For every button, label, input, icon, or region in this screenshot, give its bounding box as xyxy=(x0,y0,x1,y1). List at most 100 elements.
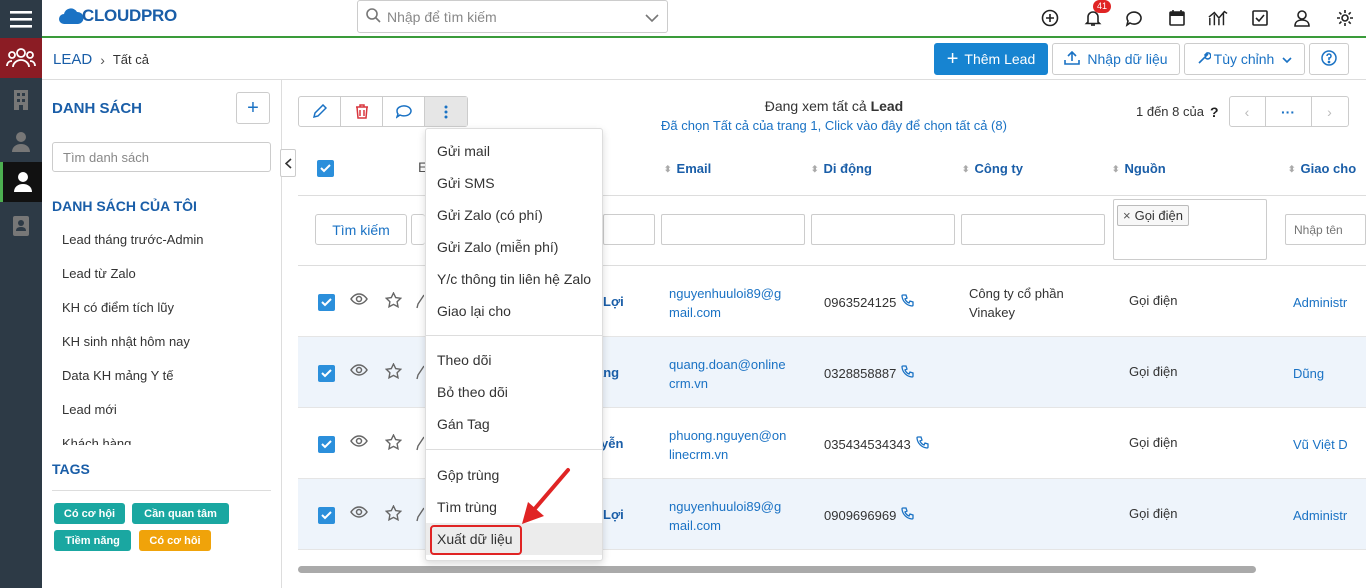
lead-name[interactable]: Lợi xyxy=(603,294,624,309)
bell-icon[interactable]: 41 xyxy=(1083,0,1112,28)
col-email[interactable]: ⬍ Email xyxy=(664,161,711,176)
lead-phone[interactable]: 0963524125 xyxy=(824,294,914,310)
list-item[interactable]: KH có điểm tích lũy xyxy=(62,298,272,332)
gear-icon[interactable] xyxy=(1335,8,1355,28)
list-item[interactable]: Data KH mảng Y tế xyxy=(62,366,272,400)
import-data-button[interactable]: Nhập dữ liệu xyxy=(1052,43,1180,75)
tag-can-quan-tam[interactable]: Cần quan tâm xyxy=(132,503,229,524)
breadcrumb-module[interactable]: LEAD xyxy=(53,51,92,68)
eye-icon[interactable] xyxy=(350,435,368,450)
leads-module-icon[interactable] xyxy=(0,38,42,78)
search-input[interactable] xyxy=(387,8,627,25)
col-assigned[interactable]: ⬍ Giao cho xyxy=(1288,161,1356,176)
remove-chip-icon[interactable]: × xyxy=(1123,208,1131,223)
menu-follow[interactable]: Theo dõi xyxy=(426,344,602,376)
list-item[interactable]: KH sinh nhật hôm nay xyxy=(62,332,272,366)
cloudpro-logo[interactable]: CLOUDPRO xyxy=(58,6,177,26)
lead-email[interactable]: phuong.nguyen@on linecrm.vn xyxy=(669,426,786,464)
star-icon[interactable] xyxy=(384,504,403,524)
calendar-icon[interactable] xyxy=(1167,8,1187,28)
person-icon[interactable] xyxy=(0,162,42,202)
edit-row-pencil-icon[interactable] xyxy=(416,364,425,383)
lead-owner[interactable]: Administr xyxy=(1293,295,1347,310)
eye-icon[interactable] xyxy=(350,506,368,521)
global-search[interactable] xyxy=(357,0,668,33)
star-icon[interactable] xyxy=(384,291,403,311)
list-item[interactable]: Lead tháng trước-Admin xyxy=(62,230,272,264)
tag-co-co-hoi[interactable]: Có cơ hội xyxy=(54,503,125,524)
list-item[interactable]: Lead từ Zalo xyxy=(62,264,272,298)
menu-find-duplicates[interactable]: Tìm trùng xyxy=(426,491,602,523)
lead-owner[interactable]: Vũ Việt D xyxy=(1293,437,1348,452)
menu-unfollow[interactable]: Bỏ theo dõi xyxy=(426,376,602,408)
edit-row-pencil-icon[interactable] xyxy=(416,293,425,312)
source-filter-chip[interactable]: × Gọi điện xyxy=(1117,205,1190,226)
hamburger-menu-icon[interactable] xyxy=(0,0,42,38)
company-filter-input[interactable] xyxy=(961,214,1105,245)
delete-trash-icon[interactable] xyxy=(341,97,383,126)
lead-phone[interactable]: 035434534343 xyxy=(824,436,929,452)
search-filter-button[interactable]: Tìm kiếm xyxy=(315,214,407,245)
lead-name[interactable]: yễn xyxy=(601,436,623,451)
clear-filter-button[interactable] xyxy=(411,214,425,245)
edit-pencil-icon[interactable] xyxy=(299,97,341,126)
assigned-filter-input[interactable] xyxy=(1285,214,1366,245)
col-mobile[interactable]: ⬍ Di động xyxy=(811,161,872,176)
lead-name[interactable]: Lợi xyxy=(603,507,624,522)
name-filter-input[interactable] xyxy=(603,214,655,245)
help-button[interactable] xyxy=(1309,43,1349,75)
lead-phone[interactable]: 0328858887 xyxy=(824,365,914,381)
tag-co-co-hoi-2[interactable]: Có cơ hôi xyxy=(139,530,211,551)
pager-total-unknown[interactable]: ? xyxy=(1210,104,1219,120)
list-item[interactable]: Lead mới xyxy=(62,400,272,434)
chart-icon[interactable] xyxy=(1208,8,1228,28)
row-checkbox[interactable] xyxy=(318,436,335,453)
menu-send-mail[interactable]: Gửi mail xyxy=(426,135,602,167)
menu-merge-duplicates[interactable]: Gộp trùng xyxy=(426,459,602,491)
col-source[interactable]: ⬍ Nguồn xyxy=(1112,161,1166,176)
col-company[interactable]: ⬍ Công ty xyxy=(962,161,1023,176)
chat-bubble-icon[interactable] xyxy=(1124,8,1144,28)
list-item[interactable]: Khách hàng xyxy=(62,434,272,445)
mobile-filter-input[interactable] xyxy=(811,214,955,245)
source-filter-select[interactable]: × Gọi điện xyxy=(1113,199,1267,260)
menu-reassign[interactable]: Giao lại cho xyxy=(426,295,602,327)
add-lead-button[interactable]: + Thêm Lead xyxy=(934,43,1048,75)
task-check-icon[interactable] xyxy=(1250,8,1270,28)
select-all-link[interactable]: Đã chọn Tất cả của trang 1, Click vào đâ… xyxy=(600,118,1068,133)
phone-icon[interactable] xyxy=(901,294,914,310)
email-filter-input[interactable] xyxy=(661,214,805,245)
user-profile-icon[interactable] xyxy=(1292,8,1312,28)
phone-icon[interactable] xyxy=(916,436,929,452)
contact-card-icon[interactable] xyxy=(0,206,42,246)
eye-icon[interactable] xyxy=(350,293,368,308)
tag-tiem-nang[interactable]: Tiềm năng xyxy=(54,530,131,551)
add-list-button[interactable]: + xyxy=(236,92,270,124)
edit-row-pencil-icon[interactable] xyxy=(416,435,425,454)
phone-icon[interactable] xyxy=(901,365,914,381)
add-circle-icon[interactable] xyxy=(1040,8,1060,28)
star-icon[interactable] xyxy=(384,433,403,453)
lead-email[interactable]: nguyenhuuloi89@g mail.com xyxy=(669,284,781,322)
lead-email[interactable]: quang.doan@online crm.vn xyxy=(669,355,786,393)
lead-email[interactable]: nguyenhuuloi89@g mail.com xyxy=(669,497,781,535)
chevron-down-icon[interactable] xyxy=(645,10,659,26)
menu-send-sms[interactable]: Gửi SMS xyxy=(426,167,602,199)
customize-button[interactable]: Tùy chỉnh xyxy=(1184,43,1305,75)
more-pages-icon[interactable]: ··· xyxy=(1266,97,1312,126)
lead-phone[interactable]: 0909696969 xyxy=(824,507,914,523)
menu-send-zalo-paid[interactable]: Gửi Zalo (có phí) xyxy=(426,199,602,231)
prev-page-icon[interactable]: ‹ xyxy=(1230,97,1266,126)
list-search-input[interactable] xyxy=(52,142,271,172)
lead-owner[interactable]: Administr xyxy=(1293,508,1347,523)
next-page-icon[interactable]: › xyxy=(1312,97,1348,126)
menu-assign-tag[interactable]: Gán Tag xyxy=(426,408,602,440)
edit-row-pencil-icon[interactable] xyxy=(416,506,425,525)
row-checkbox[interactable] xyxy=(318,294,335,311)
lead-owner[interactable]: Dũng xyxy=(1293,366,1324,381)
row-checkbox[interactable] xyxy=(318,507,335,524)
more-vertical-icon[interactable] xyxy=(425,97,467,126)
collapse-panel-button[interactable] xyxy=(280,149,296,177)
star-icon[interactable] xyxy=(384,362,403,382)
horizontal-scrollbar[interactable] xyxy=(298,566,1256,573)
